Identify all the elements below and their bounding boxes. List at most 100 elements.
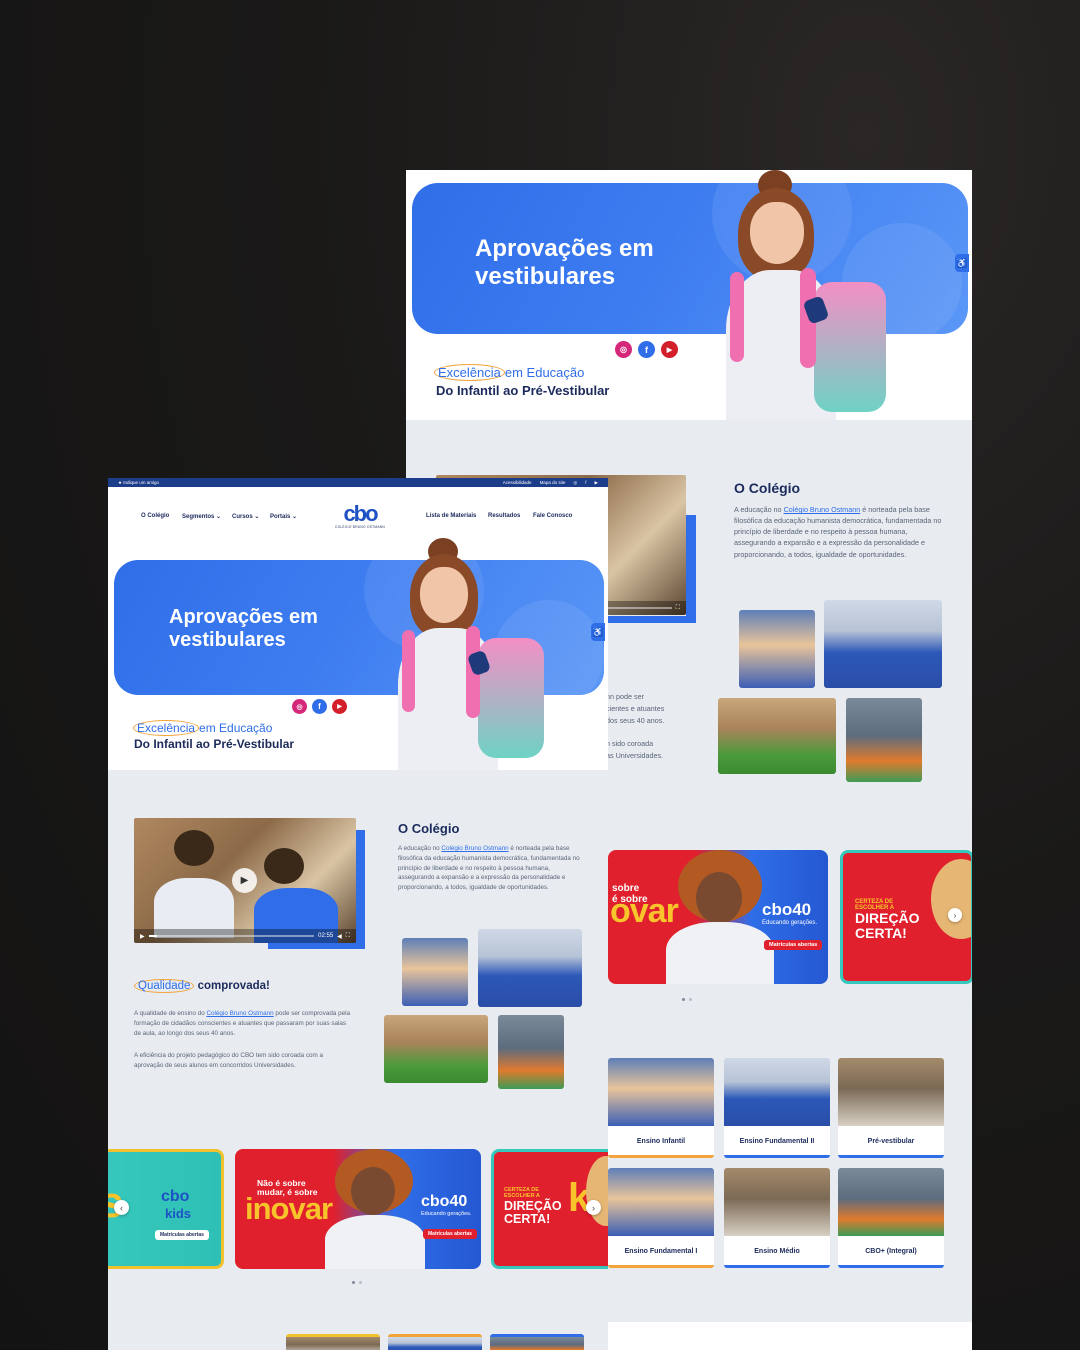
video-time: 02:55 [318,933,334,939]
accessibility-link[interactable]: Acessibilidade [503,480,532,485]
carousel-next-button[interactable]: › [948,908,962,922]
enroll-pill[interactable]: Matrículas abertas [423,1229,477,1239]
colegio-title: O Colégio [734,480,801,496]
video-controls[interactable]: ▶ 02:55 ◀ ⛶ [134,929,356,943]
face [420,567,468,623]
segment-image [724,1058,830,1126]
qualidade-title: Qualidade comprovada! [134,979,270,993]
person-hair [931,859,971,939]
banner-inovar[interactable]: Não é sobre mudar, é sobre inovar cbo40 … [235,1149,481,1269]
segment-accent [838,1265,944,1268]
segment-card[interactable]: Pré-vestibular [838,1058,944,1158]
facebook-icon[interactable]: f [585,480,586,485]
segment-accent [724,1265,830,1268]
banner-text-big: inovar [245,1191,333,1226]
youtube-icon[interactable]: ▶ [332,699,347,714]
segment-label: Ensino Médio [754,1248,800,1255]
photo-playground [384,1015,488,1083]
carousel-next-button[interactable]: › [586,1200,601,1215]
segment-label: Ensino Fundamental II [739,1138,815,1145]
nav-segmentos[interactable]: Segmentos ⌄ [182,513,221,520]
hero-tagline-secondary: Do Infantil ao Pré-Vestibular [134,737,295,751]
photo-gym [846,698,922,782]
social-links: ◎ f ▶ [292,699,347,714]
segment-card[interactable]: Ensino Infantil [608,1058,714,1158]
front-page-screenshot: ★ Indique um amigo Acessibilidade Mapa d… [108,478,608,1350]
segment-card[interactable]: CBO+ (Integral) [838,1168,944,1268]
cbo40-subtitle: Educando gerações. [421,1211,472,1217]
hero-title: Aprovações em vestibulares [169,606,318,651]
face [750,202,804,264]
accessibility-toggle[interactable]: ♿ [955,254,969,272]
colegio-title: O Colégio [398,821,460,836]
segment-card[interactable]: Ensino Fundamental II [724,1058,830,1158]
video-progress[interactable] [148,935,315,937]
photo-classroom [478,929,582,1007]
video-kid-hair [174,830,214,866]
enroll-pill[interactable]: Matrículas abertas [155,1230,209,1240]
banner-inovar[interactable]: sobre é sobre ovar cbo40 Educando geraçõ… [608,850,828,984]
qualidade-paragraph-2: A eficiência do projeto pedagógico do CB… [134,1052,324,1069]
cbo40-subtitle: Educando gerações. [762,920,818,926]
cbo-logo[interactable]: cbo COLÉGIO BRUNO OSTMANN [334,503,386,530]
segment-accent [608,1155,714,1158]
nav-fale-conosco[interactable]: Fale Conosco [533,513,572,519]
photo-student-reading [739,610,815,688]
nav-o-colegio[interactable]: O Colégio [141,513,169,519]
volume-icon[interactable]: ◀ [337,933,342,940]
segment-card[interactable]: Ensino Fundamental I [608,1168,714,1268]
instagram-icon[interactable]: ◎ [292,699,307,714]
person-hair [586,1156,608,1226]
bottom-photo [286,1334,380,1350]
person-face [696,872,742,924]
play-icon[interactable]: ▶ [232,868,257,893]
sitemap-link[interactable]: Mapa do site [540,480,566,485]
play-small-icon[interactable]: ▶ [140,933,145,940]
segment-card[interactable]: Ensino Médio [724,1168,830,1268]
person-shirt [325,1215,425,1269]
banner-text-big: ovar [610,892,679,930]
fullscreen-icon[interactable]: ⛶ [676,605,680,612]
enroll-pill[interactable]: Matrículas abertas [764,940,823,950]
footer-white-block [608,1322,972,1350]
segment-accent [838,1155,944,1158]
backpack-strap [402,630,415,712]
instagram-icon[interactable]: ◎ [573,480,577,486]
backpack-strap [730,272,744,362]
hero-title: Aprovações em vestibulares [475,235,654,290]
carousel-prev-button[interactable]: ‹ [114,1200,129,1215]
segment-image [838,1058,944,1126]
hero-tagline-secondary: Do Infantil ao Pré-Vestibular [436,383,610,398]
segment-image [608,1168,714,1236]
segment-label: Ensino Fundamental I [624,1248,698,1255]
segment-label: CBO+ (Integral) [865,1248,917,1255]
facebook-icon[interactable]: f [638,341,655,358]
facebook-icon[interactable]: f [312,699,327,714]
instagram-icon[interactable]: ◎ [615,341,632,358]
segment-accent [724,1155,830,1158]
banner-text-small: CERTEZA DE ESCOLHER A [504,1187,540,1199]
cbo-kids-logo-sub: kids [165,1206,192,1221]
person-face [351,1167,395,1215]
hero-tagline: Excelência em Educação [434,364,584,381]
nav-cursos[interactable]: Cursos ⌄ [232,513,259,520]
carousel-dots[interactable] [352,1281,362,1284]
refer-friend-link[interactable]: ★ Indique um amigo [118,480,159,486]
video-accent-bar [686,515,696,623]
hero-tagline: Excelência em Educação [133,720,272,736]
segment-label: Pré-vestibular [867,1138,915,1145]
nav-portais[interactable]: Portais ⌄ [270,513,297,520]
carousel-dots[interactable] [682,998,692,1001]
nav-lista-materiais[interactable]: Lista de Materiais [426,513,476,519]
cbo40-logo: cbo40 [762,900,812,919]
backpack [814,282,886,412]
accessibility-toggle[interactable]: ♿ [591,623,605,641]
bottom-photo [388,1334,482,1350]
qualidade-paragraph: A qualidade de ensino do Colégio Bruno O… [134,1010,350,1037]
fullscreen-icon[interactable]: ⛶ [346,933,350,940]
youtube-icon[interactable]: ▶ [595,480,598,486]
youtube-icon[interactable]: ▶ [661,341,678,358]
backpack [478,638,544,758]
nav-resultados[interactable]: Resultados [488,513,520,519]
intro-video[interactable]: ▶ ▶ 02:55 ◀ ⛶ [134,818,356,943]
